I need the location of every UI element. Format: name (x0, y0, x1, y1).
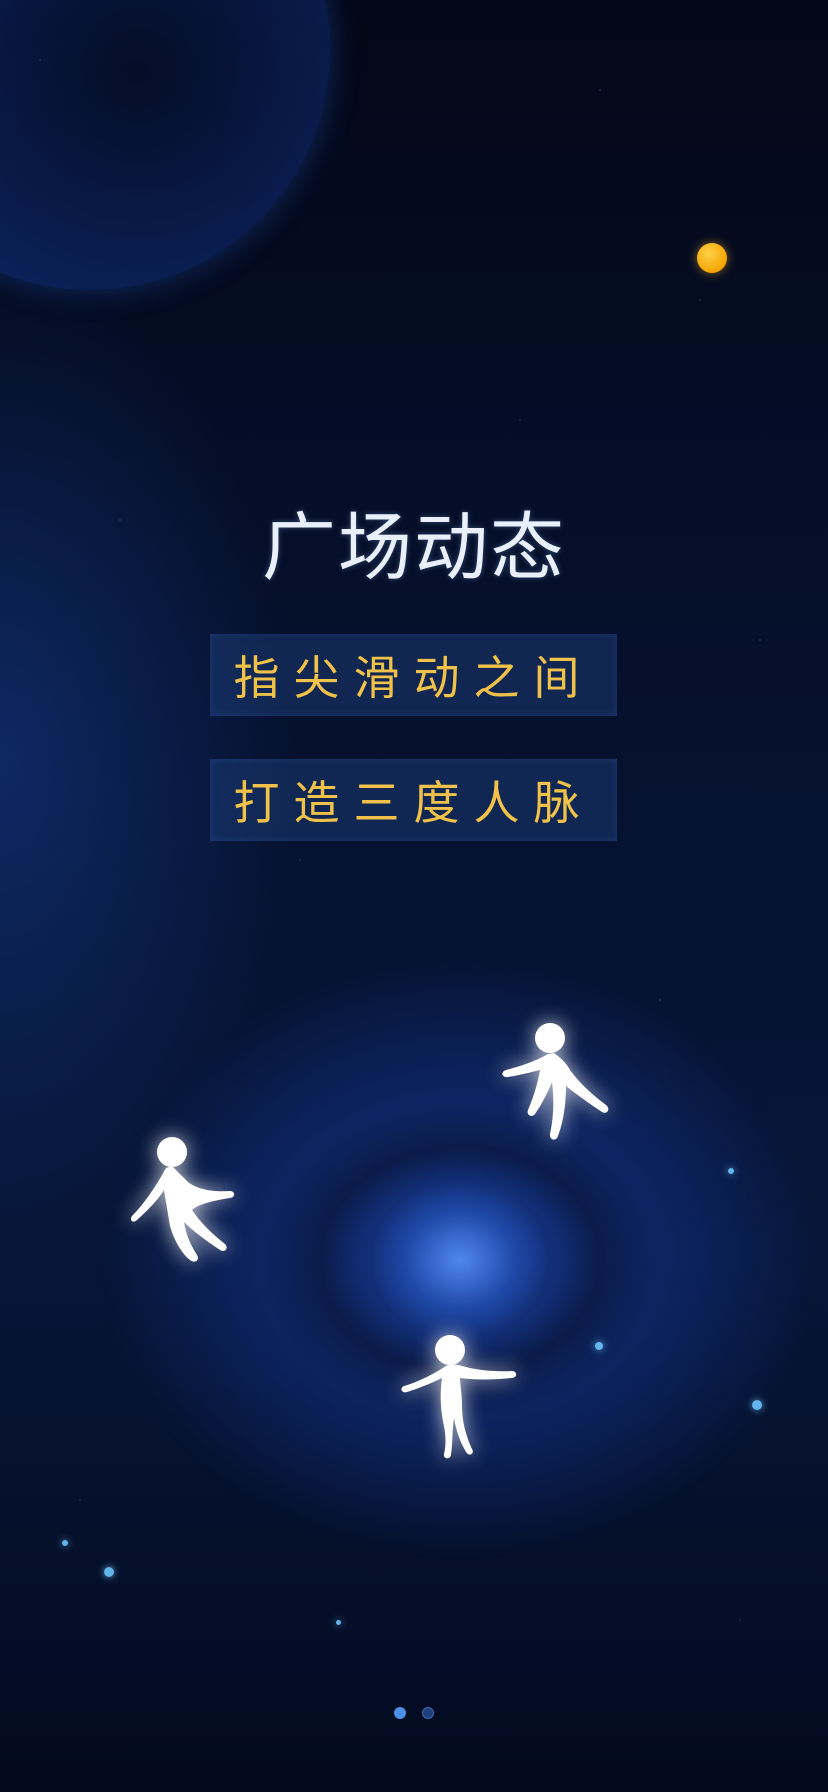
sun-icon (697, 243, 727, 273)
star-glow (336, 1620, 341, 1625)
page-indicator (0, 1707, 828, 1719)
person-icon (502, 1023, 609, 1140)
star-glow (104, 1567, 114, 1577)
person-icon (130, 1137, 235, 1262)
onboarding-screen[interactable]: 广场动态 指尖滑动之间 打造三度人脉 (0, 0, 828, 1792)
slogan-line-1: 指尖滑动之间 (210, 634, 617, 716)
person-icon (401, 1335, 517, 1459)
star-glow (62, 1540, 68, 1546)
page-dot-active[interactable] (394, 1707, 406, 1719)
slogan-line-2: 打造三度人脉 (210, 759, 617, 841)
page-dot-inactive[interactable] (422, 1707, 434, 1719)
star-glow (728, 1168, 734, 1174)
star-glow (595, 1342, 603, 1350)
star-glow (752, 1400, 762, 1410)
page-title: 广场动态 (262, 505, 566, 591)
